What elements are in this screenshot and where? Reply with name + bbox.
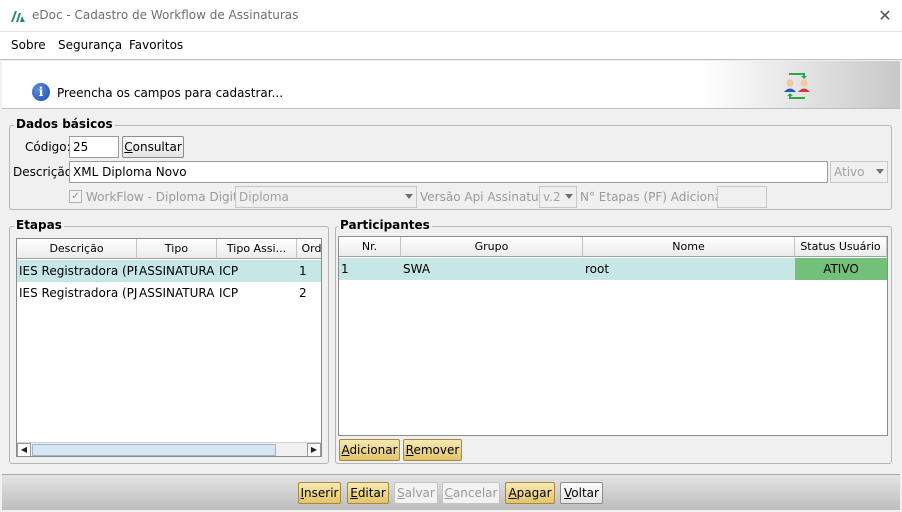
voltar-button[interactable]: Voltar <box>560 482 603 504</box>
chevron-down-icon <box>405 194 413 199</box>
table-row[interactable]: 1 SWA root ATIVO <box>339 258 887 280</box>
cell-ordem: 1 <box>299 264 307 278</box>
participantes-table[interactable]: Nr. Grupo Nome Status Usuário 1 SWA root… <box>338 236 888 436</box>
workflow-select[interactable]: Diploma <box>235 186 417 208</box>
cell-tipo-assinatura: ICP <box>219 264 239 278</box>
salvar-button[interactable]: Salvar <box>394 482 438 504</box>
versao-label: Versão Api Assinatura: <box>420 190 555 204</box>
descricao-field[interactable]: XML Diploma Novo <box>69 161 828 183</box>
adicionar-button[interactable]: Adicionar <box>339 439 400 461</box>
table-row[interactable]: IES Registradora (PF) ASSINATURA ICP 1 <box>17 260 321 282</box>
participantes-title: Participantes <box>338 218 432 232</box>
cell-tipo-assinatura: ICP <box>219 286 239 300</box>
etapas-adicionais-label: N° Etapas (PF) Adicionais: <box>580 190 736 204</box>
workflow-checkbox-label: WorkFlow - Diploma Digital <box>86 190 249 204</box>
dados-basicos-title: Dados básicos <box>14 117 115 131</box>
col-descricao[interactable]: Descrição <box>17 239 137 259</box>
menu-bar: Sobre Segurança Favoritos <box>0 32 902 60</box>
info-icon: i <box>32 83 50 101</box>
users-workflow-icon <box>780 70 814 102</box>
menu-sobre[interactable]: Sobre <box>11 38 46 52</box>
info-banner <box>2 61 900 109</box>
status-select-value: Ativo <box>834 165 865 179</box>
col-nr[interactable]: Nr. <box>339 237 401 257</box>
col-grupo[interactable]: Grupo <box>401 237 583 257</box>
cell-ordem: 2 <box>299 286 307 300</box>
cell-nr: 1 <box>341 262 349 276</box>
app-logo-icon <box>10 8 26 24</box>
cancelar-button[interactable]: Cancelar <box>442 482 500 504</box>
codigo-label: Código: <box>25 140 71 154</box>
etapas-adicionais-field[interactable] <box>717 186 767 208</box>
cell-descricao: IES Registradora (PJ) <box>19 286 137 300</box>
scroll-thumb[interactable] <box>32 444 276 456</box>
descricao-label: Descrição: <box>13 165 77 179</box>
codigo-field[interactable]: 25 <box>69 136 119 158</box>
status-select[interactable]: Ativo <box>830 161 888 183</box>
scroll-right-icon[interactable]: ▶ <box>307 443 321 456</box>
table-row[interactable]: IES Registradora (PJ) ASSINATURA ICP 2 <box>17 282 321 304</box>
horizontal-scrollbar[interactable]: ◀ ▶ <box>17 442 321 456</box>
workflow-checkbox[interactable]: ✓ <box>69 190 82 203</box>
status-badge: ATIVO <box>795 258 887 280</box>
col-status-usuario[interactable]: Status Usuário <box>795 237 887 257</box>
cell-descricao: IES Registradora (PF) <box>19 264 137 278</box>
scroll-left-icon[interactable]: ◀ <box>17 443 31 456</box>
versao-select-value: v.2 <box>543 190 561 204</box>
versao-select[interactable]: v.2 <box>539 186 577 208</box>
menu-favoritos[interactable]: Favoritos <box>129 38 183 52</box>
cell-nome: root <box>585 262 610 276</box>
chevron-down-icon <box>876 169 884 174</box>
cell-tipo: ASSINATURA <box>139 286 215 300</box>
window-title: eDoc - Cadastro de Workflow de Assinatur… <box>32 8 299 22</box>
etapas-table[interactable]: Descrição Tipo Tipo Assi... Ord IES Regi… <box>16 238 322 457</box>
workflow-select-value: Diploma <box>239 190 289 204</box>
consultar-button[interactable]: Consultar <box>122 136 184 158</box>
menu-seguranca[interactable]: Segurança <box>58 38 122 52</box>
cell-grupo: SWA <box>403 262 431 276</box>
chevron-down-icon <box>565 194 573 199</box>
col-ordem[interactable]: Ord <box>297 239 321 259</box>
apagar-button[interactable]: Apagar <box>505 482 555 504</box>
remover-button[interactable]: Remover <box>403 439 462 461</box>
close-icon[interactable]: ✕ <box>870 2 900 30</box>
banner-text: Preencha os campos para cadastrar... <box>57 86 284 100</box>
etapas-title: Etapas <box>14 218 64 232</box>
col-tipo-assinatura[interactable]: Tipo Assi... <box>217 239 297 259</box>
col-nome[interactable]: Nome <box>583 237 795 257</box>
cell-tipo: ASSINATURA <box>139 264 215 278</box>
inserir-button[interactable]: Inserir <box>298 482 341 504</box>
col-tipo[interactable]: Tipo <box>137 239 217 259</box>
editar-button[interactable]: Editar <box>347 482 389 504</box>
